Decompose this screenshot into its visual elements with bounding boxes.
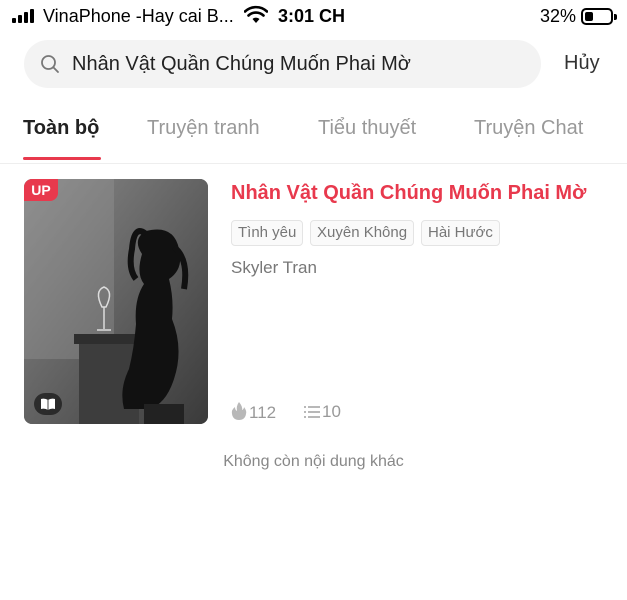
search-input[interactable] [72, 40, 527, 88]
genre-tag[interactable]: Hài Hước [421, 220, 500, 246]
status-bar: VinaPhone -Hay cai B... 3:01 CH 32% [0, 0, 627, 34]
chapter-count: 10 [304, 402, 341, 422]
battery-percentage: 32% [540, 6, 577, 26]
battery-icon [581, 8, 617, 25]
book-icon [41, 398, 55, 410]
tab-comics[interactable]: Truyện tranh [147, 117, 260, 140]
cover-illustration [24, 179, 208, 424]
category-tabs: Toàn bộ Truyện tranh Tiểu thuyết Truyện … [0, 110, 627, 162]
wifi-icon [244, 5, 268, 23]
list-icon [304, 406, 320, 418]
novel-type-badge [34, 393, 62, 415]
tab-all[interactable]: Toàn bộ [23, 117, 99, 140]
signal-icon [12, 9, 38, 23]
tab-novels[interactable]: Tiểu thuyết [318, 117, 416, 140]
update-badge: UP [24, 179, 58, 201]
likes-count: 112 [231, 402, 276, 423]
likes-value: 112 [249, 403, 277, 422]
tab-chat-stories[interactable]: Truyện Chat [474, 117, 583, 140]
author-name: Skyler Tran [231, 258, 317, 277]
carrier-name: VinaPhone -Hay cai B... [43, 6, 234, 26]
flame-icon [231, 402, 247, 420]
cancel-button[interactable]: Hủy [564, 52, 600, 75]
end-of-results-text: Không còn nội dung khác [223, 453, 404, 470]
book-cover[interactable]: UP [24, 179, 208, 424]
result-item[interactable]: UP Nhân Vật Quần Chúng Muốn Phai Mờ Tình… [0, 176, 627, 426]
genre-tag[interactable]: Xuyên Không [310, 220, 415, 246]
divider [0, 163, 627, 164]
book-title[interactable]: Nhân Vật Quần Chúng Muốn Phai Mờ [231, 182, 586, 205]
search-bar[interactable] [24, 40, 541, 88]
active-tab-indicator [23, 157, 101, 160]
chapter-value: 10 [322, 402, 341, 421]
genre-tag[interactable]: Tình yêu [231, 220, 304, 246]
clock: 3:01 CH [278, 6, 346, 26]
search-icon [41, 55, 59, 73]
